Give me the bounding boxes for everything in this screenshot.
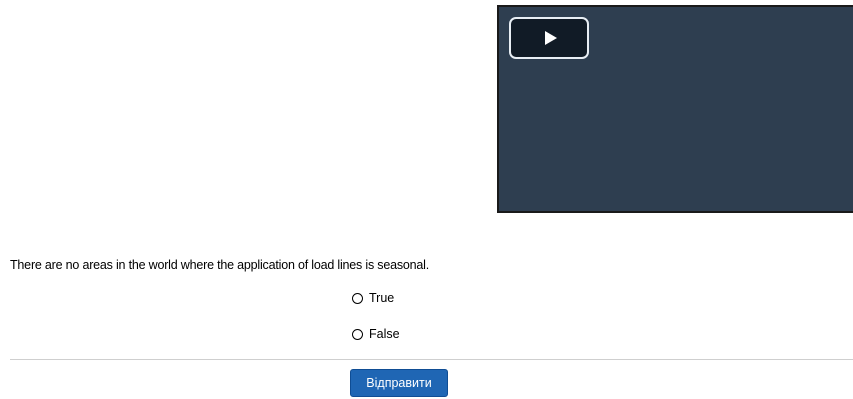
play-button[interactable] — [509, 17, 589, 59]
submit-button[interactable]: Відправити — [350, 369, 448, 397]
quiz-page: There are no areas in the world where th… — [0, 0, 853, 399]
question-text: There are no areas in the world where th… — [10, 258, 429, 272]
radio-true[interactable] — [352, 292, 363, 304]
option-false-label: False — [369, 327, 400, 341]
video-player[interactable] — [497, 5, 853, 213]
option-false[interactable]: False — [352, 327, 400, 341]
play-icon — [544, 31, 557, 45]
option-true[interactable]: True — [352, 291, 394, 305]
radio-false[interactable] — [352, 328, 363, 340]
divider — [10, 359, 853, 360]
option-true-label: True — [369, 291, 395, 305]
